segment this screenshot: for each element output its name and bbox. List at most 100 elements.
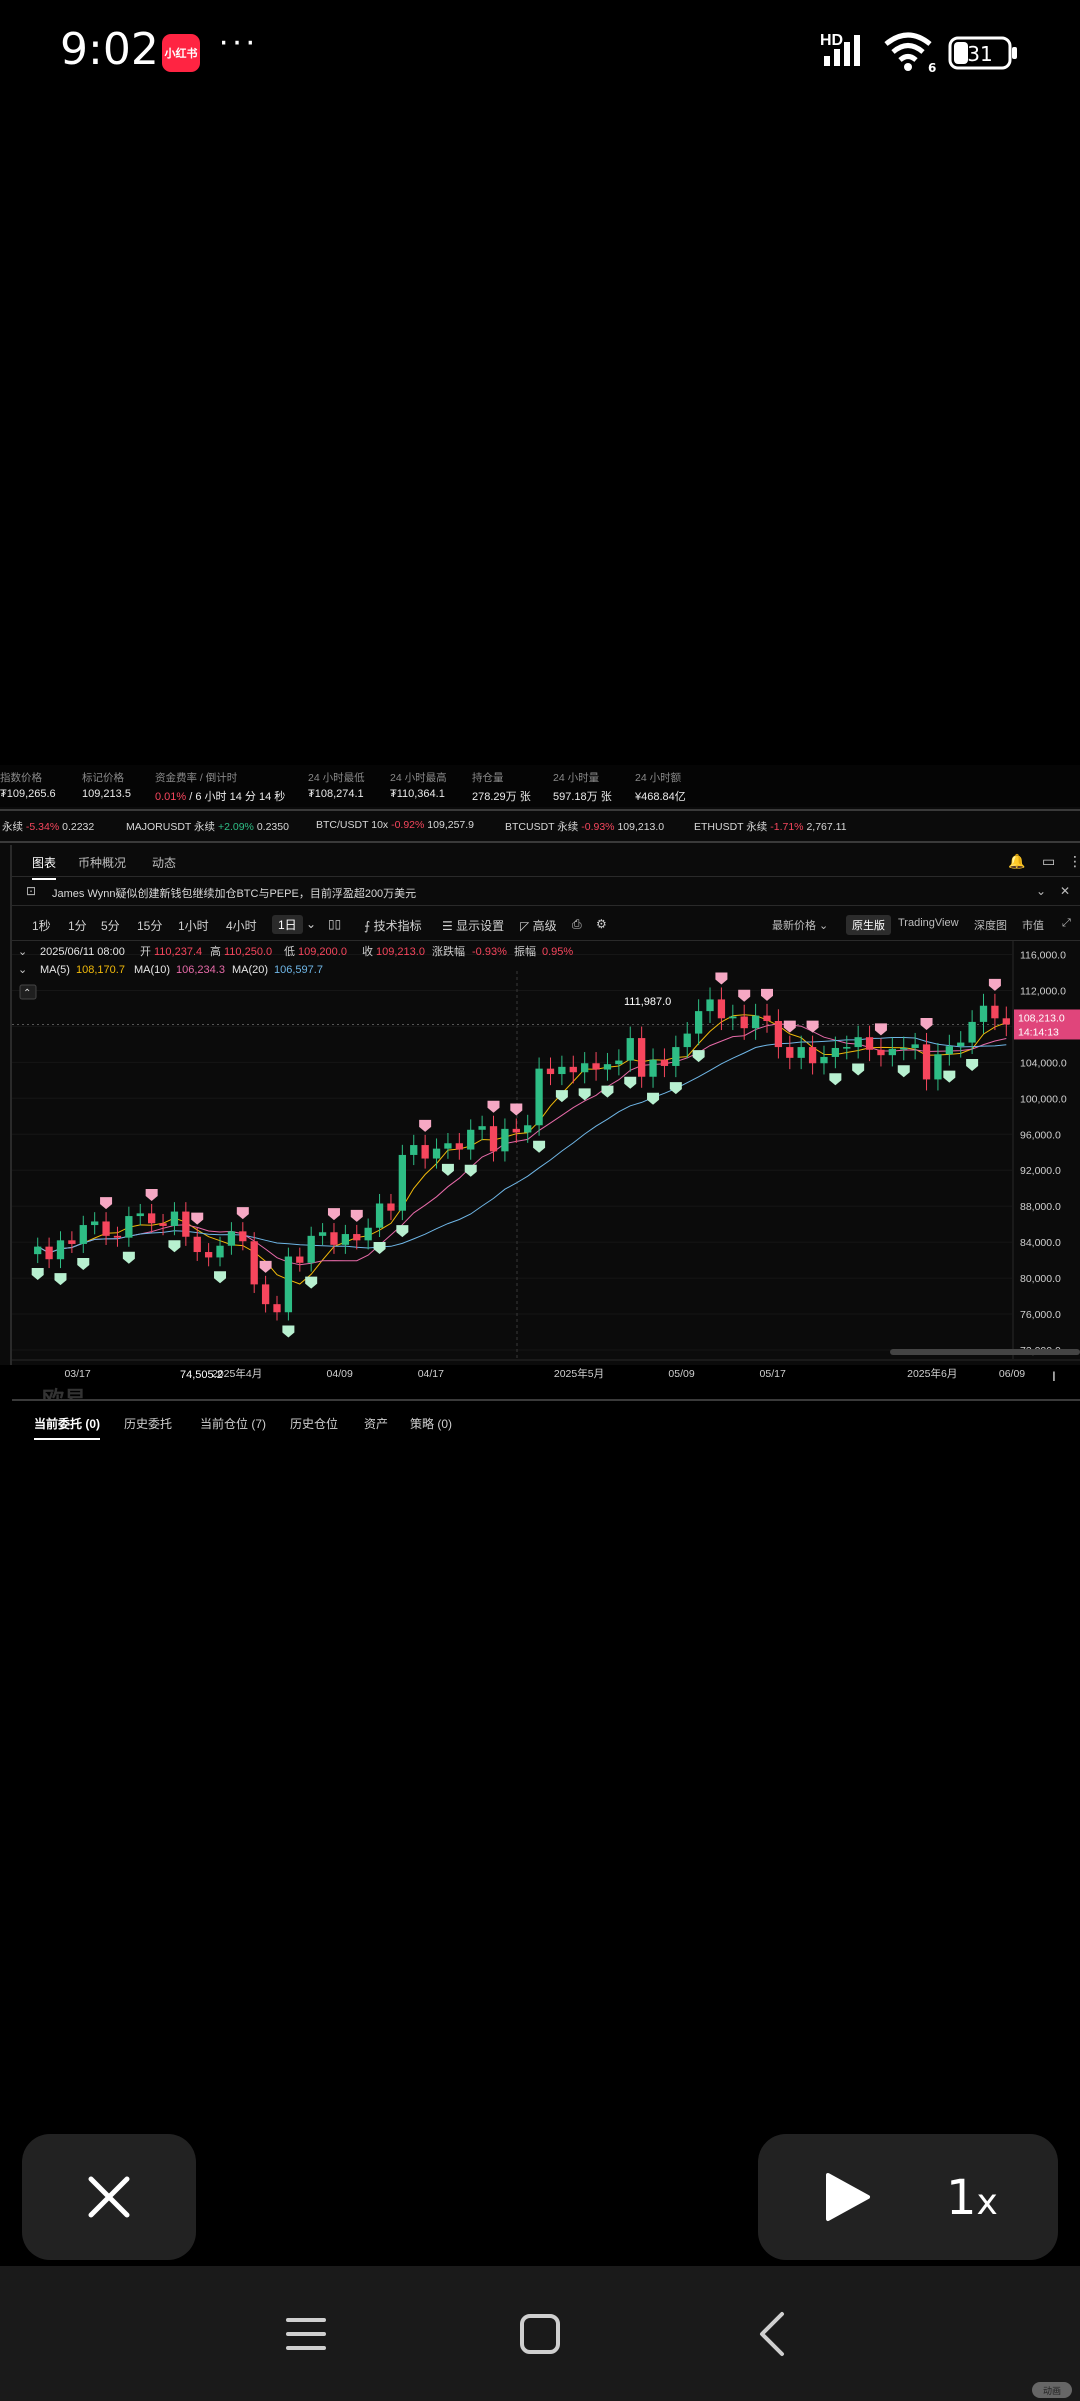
tab-positions[interactable]: 当前仓位 (7) [200,1415,266,1432]
view-depth[interactable]: 深度图 [974,917,1007,933]
interval-5m[interactable]: 5分 [101,917,120,934]
buy-marker [692,1050,705,1063]
high-value: 110,250.0 [224,946,272,958]
pair-item[interactable]: BTC/USDT 10x -0.92% 109,257.9 [316,819,474,831]
x-tick-label: 04/09 [327,1368,353,1380]
x-tick-label: 2025年5月 [554,1367,604,1380]
xiaohongshu-app-icon: 小红书 [162,34,200,72]
divider [0,809,1080,811]
view-tradingview[interactable]: TradingView [898,917,959,929]
chevron-down-icon[interactable]: ⌄ [306,917,316,931]
tab-order-history[interactable]: 历史委托 [124,1415,172,1432]
snapshot-icon[interactable]: ⎙ [572,917,582,932]
status-bar: 9:02 小红书 ··· HD 6 31 [0,0,1080,105]
candle-body [751,1015,760,1029]
chart-toolbar: 1秒 1分 5分 15分 1小时 4小时 1日 ⌄ ▯▯ ⨍ 技术指标 ☰ 显示… [12,907,1080,941]
candle-type-icon[interactable]: ▯▯ [328,917,341,931]
close-button[interactable] [22,2134,196,2260]
candle-body [569,1066,577,1073]
sell-marker [806,1020,819,1033]
tab-strategies[interactable]: 策略 (0) [410,1415,452,1432]
candle-body [945,1046,953,1055]
chart-tabs: 图表 币种概况 动态 🔔 ▭ ⋮ [12,845,1080,880]
wifi-6-label: 6 [928,61,936,74]
ticker-funding-rate: 资金费率 / 倒计时 0.01% / 6 小时 14 分 14 秒 [155,772,286,803]
tab-position-history[interactable]: 历史仓位 [290,1415,338,1432]
settings-gear-icon[interactable]: ⚙ [596,917,607,931]
buy-marker [647,1092,660,1105]
x-tick-label: 03/17 [64,1368,90,1380]
advanced-button[interactable]: ◸ 高级 [520,917,557,934]
play-icon[interactable] [822,2172,872,2222]
display-settings-button[interactable]: ☰ 显示设置 [442,917,504,934]
candle-body [102,1221,110,1236]
x-tick-label: 06/09 [999,1368,1025,1380]
battery-icon: 31 [948,36,1017,70]
home-icon[interactable] [516,2310,564,2358]
playback-speed-button[interactable]: 1x [946,2170,998,2226]
tab-open-orders[interactable]: 当前委托 (0) [34,1415,101,1440]
interval-4h[interactable]: 4小时 [226,917,257,934]
cursor-i-icon[interactable]: I [1052,1368,1056,1384]
tab-assets[interactable]: 资产 [364,1415,388,1432]
candlestick-chart[interactable]: 116,000.0112,000.0108,000.0104,000.0100,… [12,941,1080,1399]
candle-body [318,1232,327,1236]
y-tick-label: 116,000.0 [1020,949,1066,961]
candles [34,987,1010,1321]
pair-item[interactable]: BTCUSDT 永续 -0.93% 109,213.0 [505,819,664,834]
candle-body [911,1044,919,1048]
menu-icon[interactable] [282,2310,330,2358]
fullscreen-icon[interactable]: ▭ [1042,853,1055,870]
candle-body [968,1021,976,1043]
sell-marker [100,1197,113,1210]
buy-marker [77,1257,90,1270]
sell-marker [191,1212,204,1225]
news-icon: ⊡ [26,884,37,898]
ticker-24h-turnover: 24 小时额 ¥468.84亿 [635,772,686,803]
news-banner[interactable]: ⊡ James Wynn疑似创建新钱包继续加仓BTC与PEPE，目前浮盈超200… [12,878,1080,906]
candle-body [182,1211,190,1237]
interval-1d[interactable]: 1日 [272,915,303,934]
tab-coin-overview[interactable]: 币种概况 [78,854,126,871]
chevron-down-icon: ⌄ [18,964,27,976]
buy-marker [555,1090,568,1103]
sell-marker [510,1103,523,1116]
buy-marker [305,1276,318,1289]
scrollbar[interactable] [890,1349,1080,1355]
list-icon: ☰ [442,919,457,933]
candle-body [113,1235,122,1238]
buy-marker [669,1082,682,1095]
candle-body [250,1241,258,1285]
y-tick-label: 80,000.0 [1020,1273,1061,1285]
interval-15m[interactable]: 15分 [137,917,162,934]
pair-item[interactable]: ETHUSDT 永续 -1.71% 2,767.11 [694,819,847,834]
current-price-tag: 108,213.0 14:14:13 [1014,1009,1080,1040]
back-icon[interactable] [750,2310,798,2358]
candle-body [581,1063,589,1073]
pair-item[interactable]: 永续 -5.34% 0.2232 [2,819,94,834]
more-icon[interactable]: ⋮ [1068,853,1080,870]
tab-activity[interactable]: 动态 [152,854,176,871]
interval-1s[interactable]: 1秒 [32,917,51,934]
ma5-line [37,1014,1007,1285]
close-icon[interactable]: ✕ [1060,884,1070,898]
indicators-button[interactable]: ⨍ 技术指标 [364,917,422,934]
interval-1m[interactable]: 1分 [68,917,87,934]
tab-chart[interactable]: 图表 [32,854,57,880]
more-notifications-icon: ··· [218,22,258,60]
candle-body [307,1235,315,1263]
ma10-label: MA(10) [134,964,170,976]
expand-icon[interactable]: ⤢ [1062,917,1071,930]
okx-watermark: 欧易 [42,1387,86,1399]
price-type-select[interactable]: 最新价格 ⌄ [772,917,828,933]
view-native[interactable]: 原生版 [846,915,891,935]
pair-item[interactable]: MAJORUSDT 永续 +2.09% 0.2350 [126,819,289,834]
chevron-down-icon[interactable]: ⌄ [1036,884,1046,898]
view-market-cap[interactable]: 市值 [1022,917,1044,933]
y-tick-label: 88,000.0 [1020,1201,1061,1213]
candle-body [546,1068,555,1075]
bell-plus-icon[interactable]: 🔔 [1008,853,1025,870]
buy-marker [168,1240,181,1253]
candle-body [683,1033,691,1048]
interval-1h[interactable]: 1小时 [178,917,209,934]
